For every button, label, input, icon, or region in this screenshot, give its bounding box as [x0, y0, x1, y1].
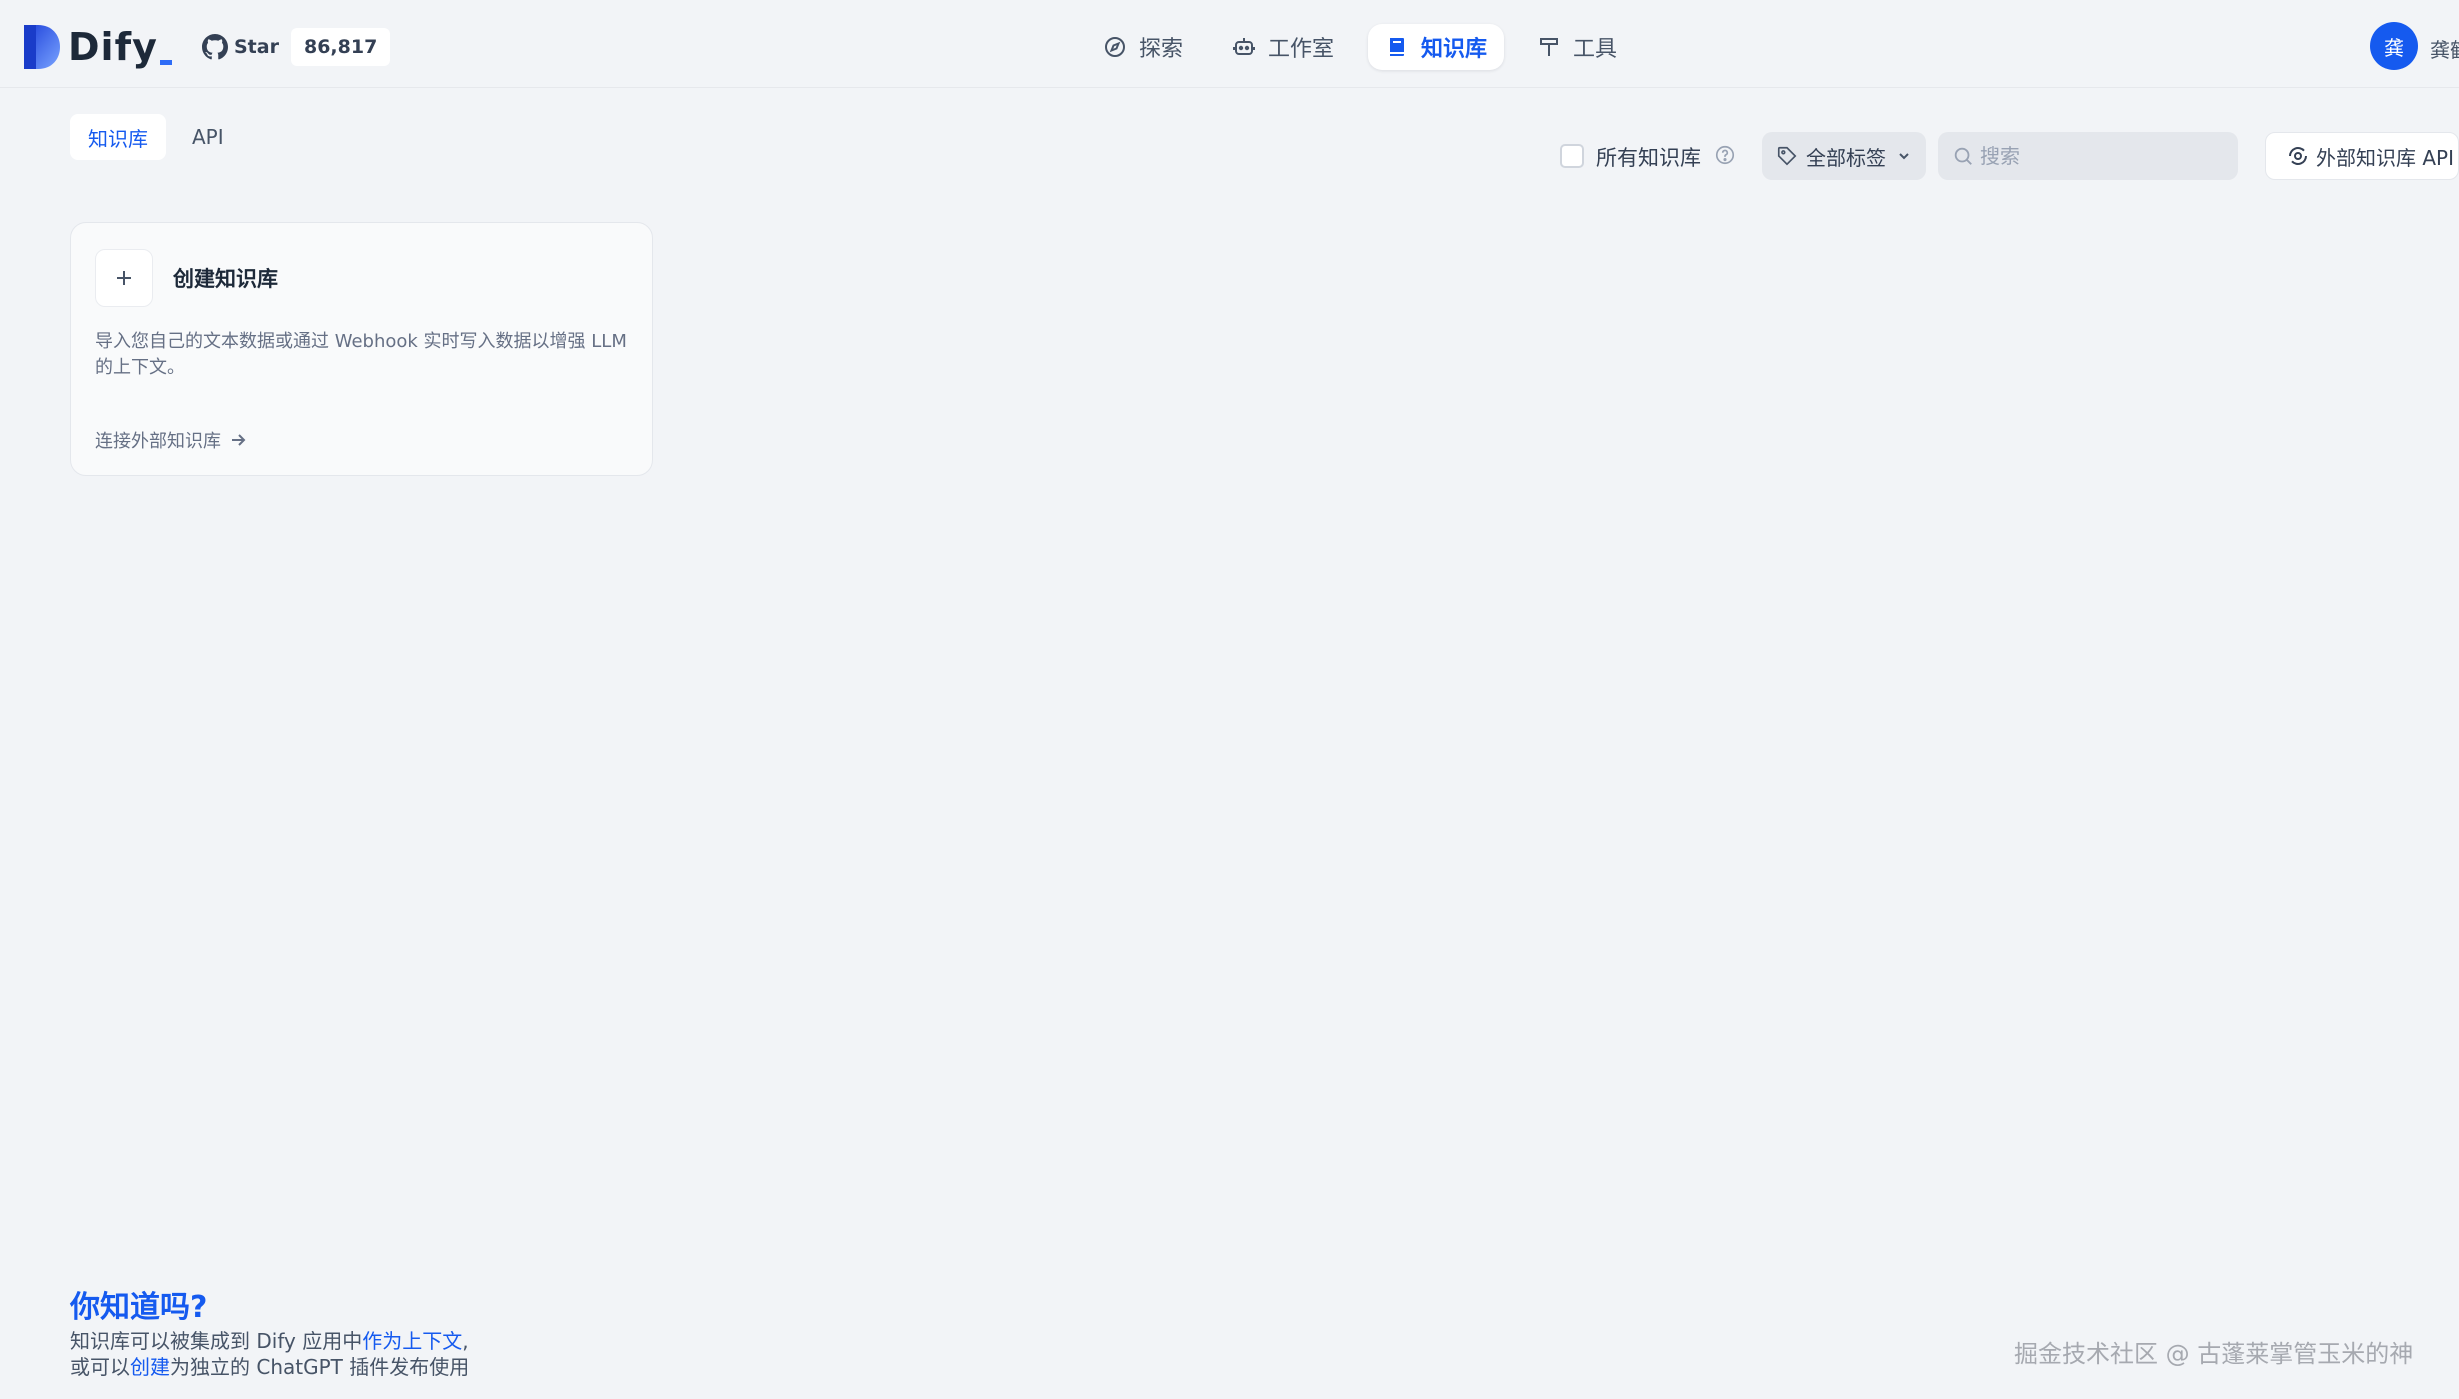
tab-api[interactable]: API	[174, 114, 242, 160]
search-box[interactable]	[1938, 132, 2238, 180]
github-star-widget[interactable]: Star 86,817	[202, 28, 391, 66]
content-tabs: 知识库 API	[70, 114, 250, 160]
connect-external-knowledge-link[interactable]: 连接外部知识库	[95, 427, 247, 453]
compass-icon	[1105, 37, 1125, 57]
all-datasets-checkbox[interactable]	[1560, 144, 1584, 168]
dify-logo-icon	[24, 25, 60, 69]
top-header: Dify Star 86,817 探索 工作室 知识库 工具 龚 龚鹤	[0, 0, 2459, 88]
nav-label: 探索	[1139, 37, 1184, 62]
watermark: 掘金技术社区 @ 古蓬莱掌管玉米的神	[2014, 1340, 2414, 1368]
search-icon	[1954, 147, 1972, 165]
chevron-down-icon	[1899, 153, 1909, 160]
github-star-label: Star	[234, 36, 279, 58]
external-api-label: 外部知识库 API	[2316, 145, 2454, 170]
help-icon[interactable]	[1714, 144, 1736, 166]
dify-logo[interactable]: Dify	[24, 24, 172, 70]
tip-context-link[interactable]: 作为上下文	[362, 1329, 462, 1353]
tip-create-link[interactable]: 创建	[130, 1355, 170, 1379]
tag-filter-label: 全部标签	[1806, 145, 1886, 170]
tip-title: 你知道吗?	[70, 1290, 208, 1325]
tip-text: 知识库可以被集成到 Dify 应用中	[70, 1329, 363, 1353]
nav-tools[interactable]: 工具	[1520, 24, 1634, 70]
tip-text: ,	[462, 1329, 469, 1353]
tip-text: 为独立的 ChatGPT 插件发布使用	[170, 1355, 470, 1379]
nav-knowledge[interactable]: 知识库	[1368, 24, 1505, 70]
hammer-icon	[1540, 38, 1558, 56]
tab-knowledge[interactable]: 知识库	[70, 114, 166, 160]
tip-body: 知识库可以被集成到 Dify 应用中作为上下文, 或可以创建为独立的 ChatG…	[70, 1328, 469, 1380]
create-plus-button[interactable]	[95, 249, 153, 307]
search-input[interactable]	[1980, 144, 2220, 168]
nav-explore[interactable]: 探索	[1086, 24, 1200, 70]
api-connection-icon	[2289, 147, 2307, 165]
book-icon	[1390, 38, 1404, 56]
brand-dot	[159, 59, 172, 65]
all-datasets-label[interactable]: 所有知识库	[1596, 142, 1701, 172]
external-knowledge-api-button[interactable]: 外部知识库 API	[2265, 132, 2459, 180]
github-star-count: 86,817	[290, 28, 391, 66]
nav-label: 知识库	[1421, 37, 1488, 62]
robot-icon	[1233, 38, 1255, 55]
create-card-description: 导入您自己的文本数据或通过 Webhook 实时写入数据以增强 LLM 的上下文…	[95, 331, 627, 378]
tag-icon	[1777, 146, 1797, 166]
github-icon	[202, 34, 228, 60]
connect-external-label: 连接外部知识库	[95, 431, 221, 452]
tag-filter-select[interactable]: 全部标签	[1762, 132, 1926, 180]
create-knowledge-card[interactable]: 创建知识库 导入您自己的文本数据或通过 Webhook 实时写入数据以增强 LL…	[70, 222, 653, 476]
nav-label: 工作室	[1268, 37, 1335, 62]
tip-line-1: 知识库可以被集成到 Dify 应用中作为上下文,	[70, 1328, 469, 1354]
avatar[interactable]: 龚	[2370, 22, 2418, 70]
user-name[interactable]: 龚鹤	[2430, 34, 2459, 63]
tip-text: 或可以	[70, 1355, 130, 1379]
tip-line-2: 或可以创建为独立的 ChatGPT 插件发布使用	[70, 1354, 469, 1380]
brand-name: Dify	[68, 25, 158, 69]
arrow-right-icon	[232, 434, 246, 446]
create-card-title[interactable]: 创建知识库	[173, 263, 278, 293]
nav-label: 工具	[1573, 37, 1618, 62]
nav-studio[interactable]: 工作室	[1215, 24, 1351, 70]
plus-icon	[117, 271, 131, 285]
